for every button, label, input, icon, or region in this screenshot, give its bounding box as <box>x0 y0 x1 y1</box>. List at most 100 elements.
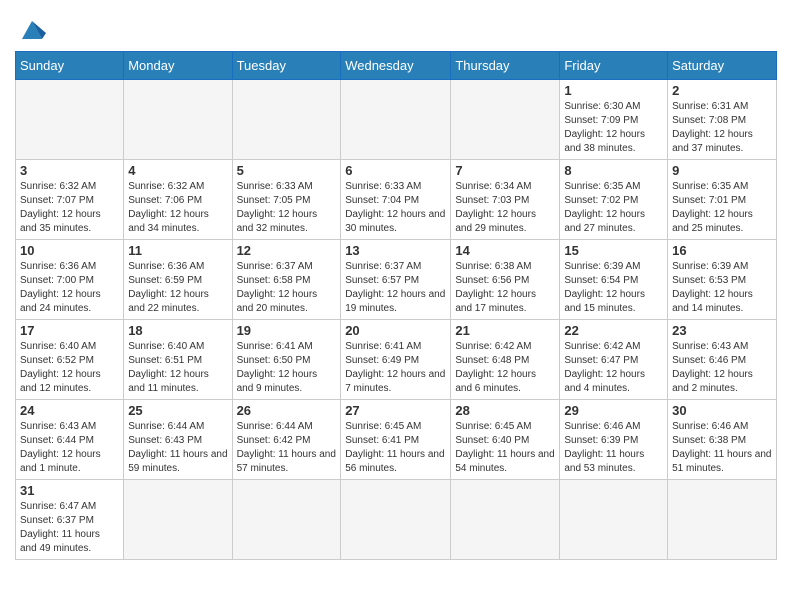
day-cell: 18 Sunrise: 6:40 AM Sunset: 6:51 PM Dayli… <box>124 320 232 400</box>
day-number: 14 <box>455 243 555 258</box>
day-info: Sunrise: 6:40 AM Sunset: 6:51 PM Dayligh… <box>128 340 227 396</box>
day-number: 31 <box>20 483 119 498</box>
day-cell <box>560 480 668 560</box>
day-info: Sunrise: 6:37 AM Sunset: 6:57 PM Dayligh… <box>345 260 446 316</box>
day-number: 26 <box>237 403 337 418</box>
week-row-2: 3Sunrise: 6:32 AM Sunset: 7:07 PM Daylig… <box>16 160 777 240</box>
day-cell: 30 Sunrise: 6:46 AM Sunset: 6:38 PM Dayli… <box>668 400 777 480</box>
day-number: 11 <box>128 243 227 258</box>
day-number: 30 <box>672 403 772 418</box>
day-number: 22 <box>564 323 663 338</box>
day-info: Sunrise: 6:45 AM Sunset: 6:40 PM Dayligh… <box>455 420 555 476</box>
day-number: 21 <box>455 323 555 338</box>
day-number: 7 <box>455 163 555 178</box>
day-cell <box>668 480 777 560</box>
day-number: 27 <box>345 403 446 418</box>
day-number: 28 <box>455 403 555 418</box>
day-cell: 2Sunrise: 6:31 AM Sunset: 7:08 PM Daylig… <box>668 80 777 160</box>
day-info: Sunrise: 6:46 AM Sunset: 6:38 PM Dayligh… <box>672 420 772 476</box>
day-cell: 29Sunrise: 6:46 AM Sunset: 6:39 PM Dayli… <box>560 400 668 480</box>
day-number: 6 <box>345 163 446 178</box>
calendar-table: SundayMondayTuesdayWednesdayThursdayFrid… <box>15 51 777 560</box>
day-cell <box>341 480 451 560</box>
day-number: 16 <box>672 243 772 258</box>
day-cell: 9Sunrise: 6:35 AM Sunset: 7:01 PM Daylig… <box>668 160 777 240</box>
day-number: 23 <box>672 323 772 338</box>
header <box>15 10 777 43</box>
week-row-5: 24 Sunrise: 6:43 AM Sunset: 6:44 PM Dayli… <box>16 400 777 480</box>
day-number: 25 <box>128 403 227 418</box>
day-cell <box>451 80 560 160</box>
day-number: 1 <box>564 83 663 98</box>
day-cell: 31Sunrise: 6:47 AM Sunset: 6:37 PM Dayli… <box>16 480 124 560</box>
day-cell <box>232 80 341 160</box>
day-info: Sunrise: 6:37 AM Sunset: 6:58 PM Dayligh… <box>237 260 337 316</box>
day-info: Sunrise: 6:36 AM Sunset: 6:59 PM Dayligh… <box>128 260 227 316</box>
weekday-header-monday: Monday <box>124 52 232 80</box>
day-cell <box>16 80 124 160</box>
day-cell: 15 Sunrise: 6:39 AM Sunset: 6:54 PM Dayli… <box>560 240 668 320</box>
day-info: Sunrise: 6:45 AM Sunset: 6:41 PM Dayligh… <box>345 420 446 476</box>
day-number: 20 <box>345 323 446 338</box>
day-cell: 14Sunrise: 6:38 AM Sunset: 6:56 PM Dayli… <box>451 240 560 320</box>
weekday-header-thursday: Thursday <box>451 52 560 80</box>
day-cell: 21 Sunrise: 6:42 AM Sunset: 6:48 PM Dayli… <box>451 320 560 400</box>
day-info: Sunrise: 6:32 AM Sunset: 7:06 PM Dayligh… <box>128 180 227 236</box>
day-info: Sunrise: 6:33 AM Sunset: 7:04 PM Dayligh… <box>345 180 446 236</box>
day-number: 29 <box>564 403 663 418</box>
day-number: 4 <box>128 163 227 178</box>
day-number: 2 <box>672 83 772 98</box>
day-cell: 20 Sunrise: 6:41 AM Sunset: 6:49 PM Dayli… <box>341 320 451 400</box>
day-info: Sunrise: 6:42 AM Sunset: 6:48 PM Dayligh… <box>455 340 555 396</box>
day-cell: 12 Sunrise: 6:37 AM Sunset: 6:58 PM Dayli… <box>232 240 341 320</box>
weekday-header-row: SundayMondayTuesdayWednesdayThursdayFrid… <box>16 52 777 80</box>
day-info: Sunrise: 6:30 AM Sunset: 7:09 PM Dayligh… <box>564 100 663 156</box>
day-number: 5 <box>237 163 337 178</box>
day-number: 24 <box>20 403 119 418</box>
day-number: 9 <box>672 163 772 178</box>
day-info: Sunrise: 6:43 AM Sunset: 6:44 PM Dayligh… <box>20 420 119 476</box>
day-cell <box>232 480 341 560</box>
day-info: Sunrise: 6:44 AM Sunset: 6:42 PM Dayligh… <box>237 420 337 476</box>
day-cell: 10 Sunrise: 6:36 AM Sunset: 7:00 PM Dayli… <box>16 240 124 320</box>
weekday-header-wednesday: Wednesday <box>341 52 451 80</box>
day-cell: 26 Sunrise: 6:44 AM Sunset: 6:42 PM Dayli… <box>232 400 341 480</box>
day-number: 17 <box>20 323 119 338</box>
day-info: Sunrise: 6:42 AM Sunset: 6:47 PM Dayligh… <box>564 340 663 396</box>
day-cell: 3Sunrise: 6:32 AM Sunset: 7:07 PM Daylig… <box>16 160 124 240</box>
day-cell: 6 Sunrise: 6:33 AM Sunset: 7:04 PM Daylig… <box>341 160 451 240</box>
logo-icon <box>18 15 46 43</box>
day-number: 19 <box>237 323 337 338</box>
day-cell <box>451 480 560 560</box>
day-cell: 19 Sunrise: 6:41 AM Sunset: 6:50 PM Dayli… <box>232 320 341 400</box>
day-cell: 1 Sunrise: 6:30 AM Sunset: 7:09 PM Daylig… <box>560 80 668 160</box>
day-cell: 11 Sunrise: 6:36 AM Sunset: 6:59 PM Dayli… <box>124 240 232 320</box>
week-row-4: 17 Sunrise: 6:40 AM Sunset: 6:52 PM Dayli… <box>16 320 777 400</box>
day-info: Sunrise: 6:32 AM Sunset: 7:07 PM Dayligh… <box>20 180 119 236</box>
day-info: Sunrise: 6:41 AM Sunset: 6:50 PM Dayligh… <box>237 340 337 396</box>
day-info: Sunrise: 6:36 AM Sunset: 7:00 PM Dayligh… <box>20 260 119 316</box>
weekday-header-saturday: Saturday <box>668 52 777 80</box>
day-info: Sunrise: 6:41 AM Sunset: 6:49 PM Dayligh… <box>345 340 446 396</box>
weekday-header-sunday: Sunday <box>16 52 124 80</box>
day-info: Sunrise: 6:34 AM Sunset: 7:03 PM Dayligh… <box>455 180 555 236</box>
day-number: 10 <box>20 243 119 258</box>
day-info: Sunrise: 6:40 AM Sunset: 6:52 PM Dayligh… <box>20 340 119 396</box>
weekday-header-friday: Friday <box>560 52 668 80</box>
day-info: Sunrise: 6:39 AM Sunset: 6:54 PM Dayligh… <box>564 260 663 316</box>
day-info: Sunrise: 6:44 AM Sunset: 6:43 PM Dayligh… <box>128 420 227 476</box>
day-cell: 24 Sunrise: 6:43 AM Sunset: 6:44 PM Dayli… <box>16 400 124 480</box>
day-cell: 16Sunrise: 6:39 AM Sunset: 6:53 PM Dayli… <box>668 240 777 320</box>
weekday-header-tuesday: Tuesday <box>232 52 341 80</box>
week-row-1: 1 Sunrise: 6:30 AM Sunset: 7:09 PM Daylig… <box>16 80 777 160</box>
day-info: Sunrise: 6:33 AM Sunset: 7:05 PM Dayligh… <box>237 180 337 236</box>
week-row-3: 10 Sunrise: 6:36 AM Sunset: 7:00 PM Dayli… <box>16 240 777 320</box>
day-cell: 17 Sunrise: 6:40 AM Sunset: 6:52 PM Dayli… <box>16 320 124 400</box>
day-cell <box>341 80 451 160</box>
day-info: Sunrise: 6:43 AM Sunset: 6:46 PM Dayligh… <box>672 340 772 396</box>
day-number: 18 <box>128 323 227 338</box>
day-cell: 23 Sunrise: 6:43 AM Sunset: 6:46 PM Dayli… <box>668 320 777 400</box>
day-number: 15 <box>564 243 663 258</box>
day-info: Sunrise: 6:35 AM Sunset: 7:02 PM Dayligh… <box>564 180 663 236</box>
day-number: 12 <box>237 243 337 258</box>
